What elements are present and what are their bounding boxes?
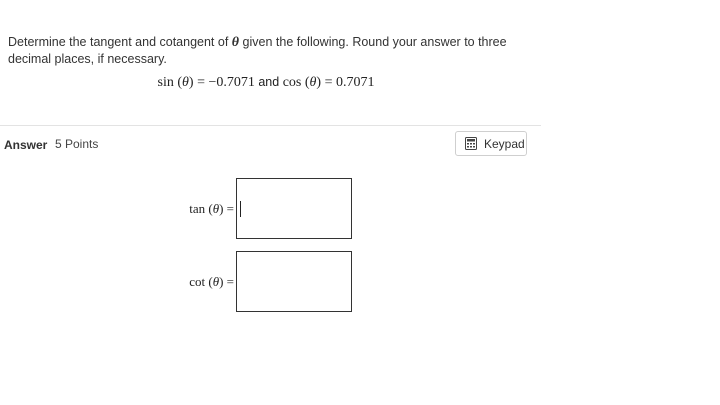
sin-value: ) = −0.7071 [188, 75, 255, 90]
theta-symbol: θ [231, 35, 240, 50]
cos-function: cos ( [282, 75, 310, 90]
cot-label: cot (θ) = [189, 274, 234, 290]
question-text: Determine the tangent and cotangent of θ… [8, 34, 538, 67]
cot-function: cot ( [189, 274, 213, 289]
cos-value: ) = 0.7071 [316, 75, 375, 90]
cot-equals: ) = [219, 274, 234, 289]
and-connector: and [254, 75, 283, 89]
sin-theta: θ [182, 75, 189, 90]
cot-answer-input[interactable] [236, 251, 352, 312]
cos-equation: cos (θ) = 0.7071 [283, 75, 375, 90]
text-cursor [240, 201, 241, 217]
calculator-icon [465, 137, 477, 150]
tan-answer-input[interactable] [236, 178, 352, 239]
tan-function: tan ( [189, 201, 213, 216]
section-divider [0, 125, 541, 126]
tan-equals: ) = [219, 201, 234, 216]
sin-equation: sin (θ) = −0.7071 [158, 75, 255, 90]
answer-label: Answer [4, 138, 48, 152]
sin-function: sin ( [157, 75, 183, 90]
question-prefix: Determine the tangent and cotangent of [8, 35, 232, 49]
points-label: 5 Points [55, 137, 99, 151]
keypad-label: Keypad [484, 136, 525, 151]
tan-label: tan (θ) = [189, 201, 234, 217]
given-equations: sin (θ) = −0.7071 and cos (θ) = 0.7071 [0, 74, 532, 91]
keypad-button[interactable]: Keypad [455, 131, 527, 156]
